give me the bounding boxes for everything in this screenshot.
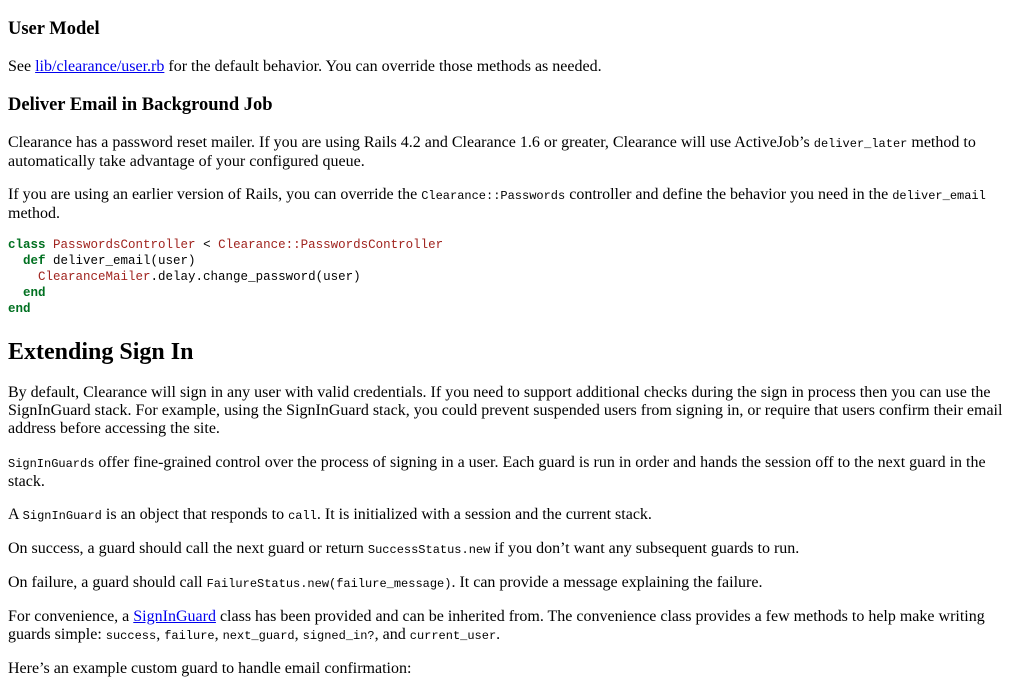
text: if you don’t want any subsequent guards … (490, 540, 800, 557)
extending-paragraph-3: A SignInGuard is an object that responds… (8, 506, 1010, 525)
inline-code: deliver_email (892, 189, 986, 203)
deliver-email-paragraph-2: If you are using an earlier version of R… (8, 186, 1010, 223)
inline-code: success (105, 629, 157, 643)
text: controller and define the behavior you n… (565, 186, 893, 203)
text: offer fine-grained control over the proc… (8, 454, 986, 490)
deliver-email-paragraph-1: Clearance has a password reset mailer. I… (8, 134, 1010, 171)
code-class-name: PasswordsController (53, 238, 196, 252)
heading-deliver-email: Deliver Email in Background Job (8, 95, 273, 115)
text: , (214, 626, 223, 643)
inline-code: Clearance::Passwords (421, 189, 566, 203)
code-keyword: class (8, 238, 46, 252)
code-block: class PasswordsController < Clearance::P… (8, 237, 1010, 317)
extending-paragraph-1: By default, Clearance will sign in any u… (8, 384, 1003, 437)
text: , and (374, 626, 410, 643)
text: . (496, 626, 501, 643)
extending-paragraph-4: On success, a guard should call the next… (8, 540, 1010, 559)
user-model-paragraph: See lib/clearance/user.rb for the defaul… (8, 58, 1010, 76)
extending-paragraph-6: For convenience, a SignInGuard class has… (8, 608, 1010, 645)
extending-paragraph-2: SignInGuards offer fine-grained control … (8, 454, 1010, 491)
code-text: .delay.change_password(user) (150, 270, 361, 284)
text: See (8, 58, 36, 75)
heading-extending-sign-in: Extending Sign In (8, 339, 194, 365)
text: If you are using an earlier version of R… (8, 186, 422, 203)
inline-code: SignInGuard (22, 509, 102, 523)
text: For convenience, a (8, 608, 134, 625)
user-rb-link[interactable]: lib/clearance/user.rb (35, 58, 164, 75)
inline-code: FailureStatus.new(failure_message) (206, 577, 452, 591)
inline-code: SignInGuards (8, 457, 95, 471)
heading-user-model: User Model (8, 19, 100, 39)
code-text: deliver_email(user) (45, 254, 196, 268)
inline-code: deliver_later (813, 137, 908, 151)
inline-code: next_guard (222, 629, 295, 643)
code-keyword: end (23, 286, 46, 300)
inline-code: SuccessStatus.new (367, 543, 491, 557)
text: On success, a guard should call the next… (8, 540, 368, 557)
signinguard-link[interactable]: SignInGuard (133, 608, 216, 625)
text: , (294, 626, 303, 643)
text: Clearance has a password reset mailer. I… (8, 134, 814, 151)
extending-paragraph-5: On failure, a guard should call FailureS… (8, 574, 1010, 593)
inline-code: call (288, 509, 317, 523)
text: A (8, 506, 23, 523)
text: . It can provide a message explaining th… (451, 574, 763, 591)
text: for the default behavior. You can overri… (164, 58, 602, 75)
code-keyword: end (8, 302, 31, 316)
text: On failure, a guard should call (8, 574, 207, 591)
code-parent-class: Clearance::PasswordsController (218, 238, 444, 252)
inline-code: current_user (409, 629, 497, 643)
text: is an object that responds to (101, 506, 289, 523)
code-operator: < (195, 238, 219, 252)
code-keyword: def (23, 254, 46, 268)
inline-code: failure (164, 629, 215, 643)
text: , (156, 626, 165, 643)
inline-code: signed_in? (302, 629, 375, 643)
text: method. (8, 205, 60, 222)
text: . It is initialized with a session and t… (316, 506, 652, 523)
code-class-name: ClearanceMailer (38, 270, 151, 284)
extending-paragraph-7: Here’s an example custom guard to handle… (8, 660, 412, 677)
